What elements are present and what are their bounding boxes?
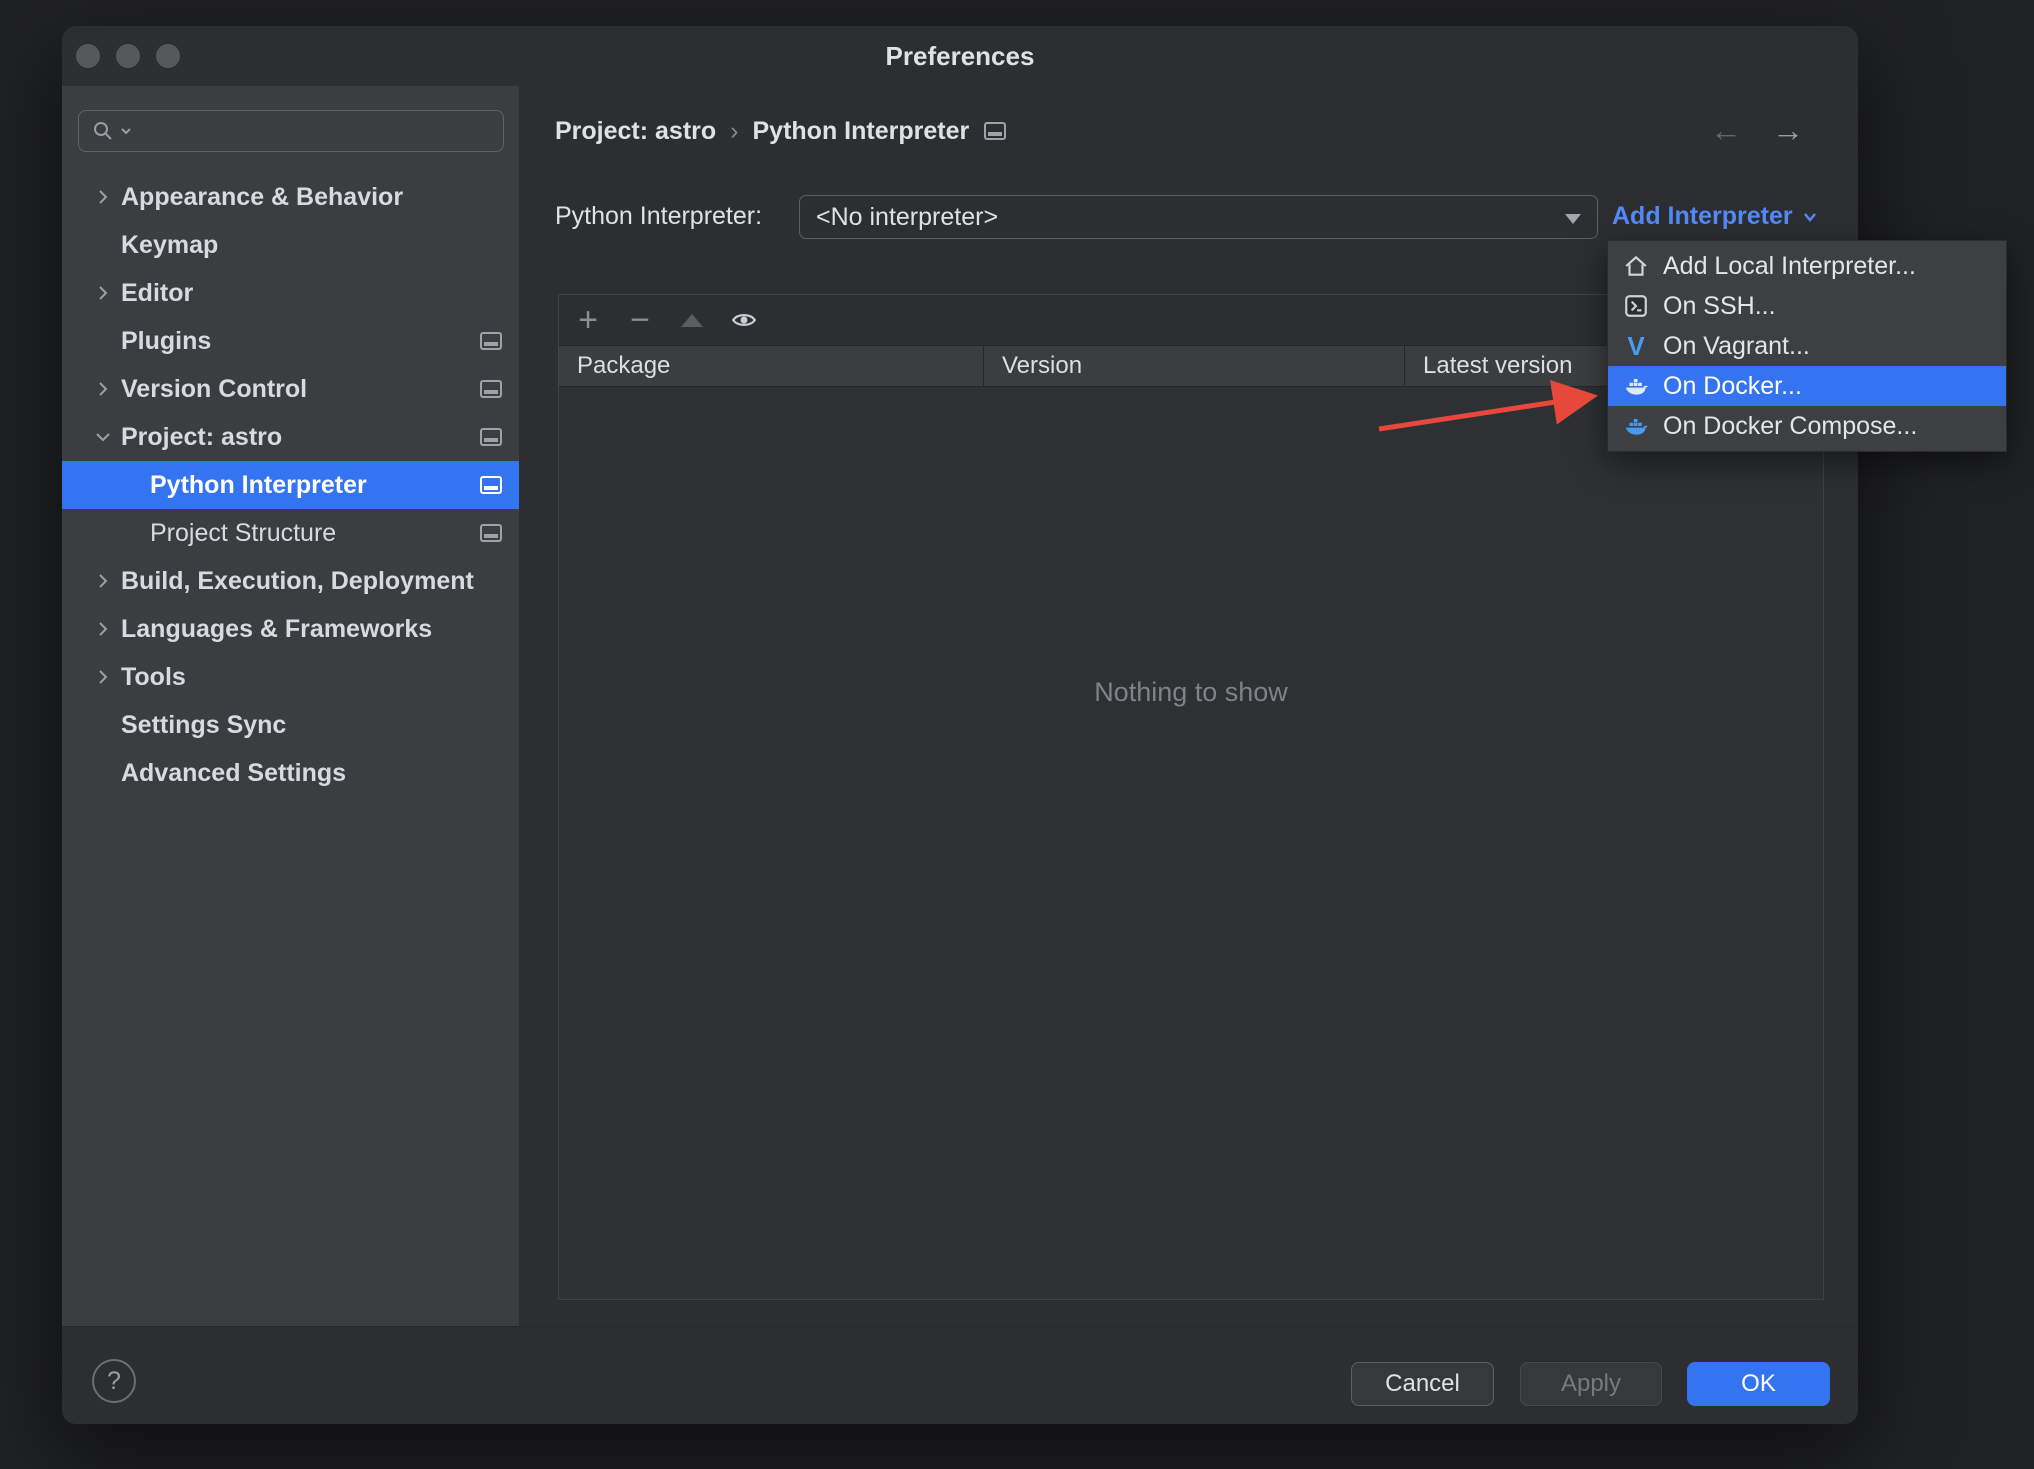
sidebar-item-label: Build, Execution, Deployment [121,566,474,595]
sidebar-item-editor[interactable]: Editor [62,269,519,317]
remove-package-icon[interactable]: − [627,303,653,337]
sidebar-item-label: Advanced Settings [121,758,347,787]
vagrant-icon: V [1627,330,1645,361]
sidebar-item-label: Project: astro [121,422,283,451]
sidebar-item-label: Tools [121,662,186,691]
panel-icon [983,120,1007,142]
sidebar-item-settings-sync[interactable]: Settings Sync [62,701,519,749]
sidebar-item-advanced-settings[interactable]: Advanced Settings [62,749,519,797]
dialog-title: Preferences [885,40,1035,71]
eye-icon[interactable] [731,307,757,333]
sidebar-item-keymap[interactable]: Keymap [62,221,519,269]
ssh-icon [1622,292,1650,320]
chevron-right-icon[interactable] [92,282,114,304]
help-button[interactable]: ? [92,1359,136,1403]
cancel-button[interactable]: Cancel [1351,1362,1494,1406]
chevron-right-icon[interactable] [92,186,114,208]
panel-icon [479,330,503,352]
sidebar-item-python-interpreter[interactable]: Python Interpreter [62,461,519,509]
sidebar-item-label: Keymap [121,230,219,259]
sidebar-item-label: Settings Sync [121,710,287,739]
settings-tree: Appearance & Behavior Keymap Editor Plug… [62,173,519,797]
add-interpreter-link[interactable]: Add Interpreter [1612,202,1819,231]
sidebar-item-plugins[interactable]: Plugins [62,317,519,365]
menu-item-on-docker-compose[interactable]: On Docker Compose... [1608,406,2006,446]
docker-compose-icon [1622,412,1650,440]
sidebar-item-label: Version Control [121,374,308,403]
sidebar-item-appearance-behavior[interactable]: Appearance & Behavior [62,173,519,221]
chevron-right-icon[interactable] [92,618,114,640]
history-nav: ← → [1710,112,1804,149]
breadcrumb-page: Python Interpreter [752,116,970,145]
sidebar-item-label: Appearance & Behavior [121,182,404,211]
sidebar-item-project-astro[interactable]: Project: astro [62,413,519,461]
combo-dropdown-icon [1565,214,1581,224]
menu-item-on-docker[interactable]: On Docker... [1608,366,2006,406]
forward-arrow-icon[interactable]: → [1772,112,1804,149]
add-interpreter-label: Add Interpreter [1612,202,1793,230]
minimize-window-button[interactable] [116,44,140,68]
breadcrumb: Project: astro › Python Interpreter [555,106,1007,156]
docker-icon [1622,372,1650,400]
empty-table-message: Nothing to show [1094,677,1288,707]
breadcrumb-project[interactable]: Project: astro [555,117,716,146]
chevron-right-icon[interactable] [92,378,114,400]
search-history-chevron-icon[interactable] [119,124,133,138]
menu-item-on-vagrant[interactable]: V On Vagrant... [1608,326,2006,366]
sidebar-item-version-control[interactable]: Version Control [62,365,519,413]
back-arrow-icon[interactable]: ← [1710,112,1742,149]
menu-item-label: On Docker Compose... [1663,411,1918,440]
search-icon [91,119,115,143]
breadcrumb-separator: › [730,116,739,145]
title-bar: Preferences [62,26,1858,86]
interpreter-select[interactable]: <No interpreter> [799,195,1598,239]
settings-search-input[interactable] [78,110,504,152]
add-interpreter-menu: Add Local Interpreter... On SSH... V On … [1607,240,2007,452]
menu-item-label: On Vagrant... [1663,331,1810,360]
panel-icon [479,474,503,496]
apply-button[interactable]: Apply [1520,1362,1662,1406]
settings-sidebar: Appearance & Behavior Keymap Editor Plug… [62,86,519,1326]
menu-item-label: On SSH... [1663,291,1776,320]
packages-table-body: Nothing to show [559,387,1823,1299]
sidebar-item-label: Python Interpreter [150,470,367,499]
ok-button[interactable]: OK [1687,1362,1830,1406]
column-header-version[interactable]: Version [983,346,1404,386]
menu-item-on-ssh[interactable]: On SSH... [1608,286,2006,326]
sidebar-item-label: Editor [121,278,194,307]
add-package-icon[interactable]: + [575,303,601,337]
interpreter-label: Python Interpreter: [555,202,763,230]
sidebar-item-label: Languages & Frameworks [121,614,433,643]
sidebar-item-build-execution-deployment[interactable]: Build, Execution, Deployment [62,557,519,605]
panel-icon [479,426,503,448]
dialog-footer: ? Cancel Apply OK [62,1326,1858,1424]
upgrade-package-icon[interactable] [679,307,705,333]
interpreter-value: <No interpreter> [816,202,999,231]
chevron-down-icon[interactable] [92,426,114,448]
sidebar-item-label: Project Structure [150,518,337,547]
home-icon [1622,252,1650,280]
chevron-right-icon[interactable] [92,666,114,688]
sidebar-item-tools[interactable]: Tools [62,653,519,701]
menu-item-label: Add Local Interpreter... [1663,251,1916,280]
sidebar-item-languages-frameworks[interactable]: Languages & Frameworks [62,605,519,653]
chevron-down-icon [1803,212,1816,222]
column-header-package[interactable]: Package [559,346,983,386]
preferences-dialog: Preferences Appearance & Behavior Keymap [62,26,1858,1424]
sidebar-item-label: Plugins [121,326,212,355]
menu-item-label: On Docker... [1663,371,1802,400]
panel-icon [479,378,503,400]
menu-item-add-local-interpreter[interactable]: Add Local Interpreter... [1608,246,2006,286]
panel-icon [479,522,503,544]
close-window-button[interactable] [76,44,100,68]
chevron-right-icon[interactable] [92,570,114,592]
zoom-window-button[interactable] [156,44,180,68]
window-controls [76,44,180,68]
sidebar-item-project-structure[interactable]: Project Structure [62,509,519,557]
